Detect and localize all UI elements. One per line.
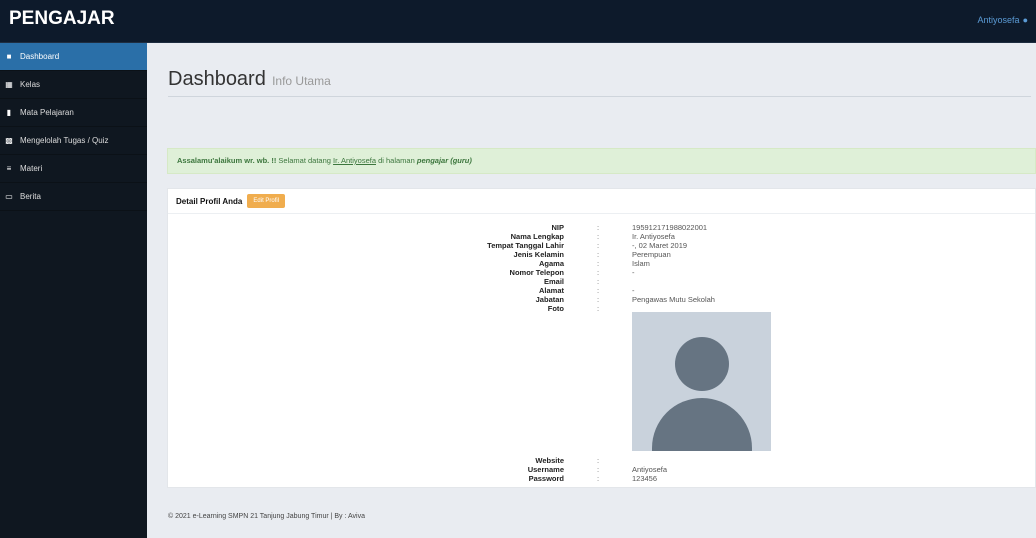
top-navbar: PENGAJAR Antiyosefa ● — [0, 0, 1036, 43]
welcome-alert: Assalamu'alaikum wr. wb. !! Selamat data… — [167, 148, 1036, 174]
profile-row-foto: Foto : — [168, 304, 1035, 313]
profile-photo-placeholder — [632, 312, 771, 451]
profile-label: Tempat Tanggal Lahir — [487, 241, 564, 250]
profile-separator: : — [597, 277, 600, 286]
profile-value: - — [632, 268, 635, 277]
brand-title[interactable]: PENGAJAR — [9, 8, 115, 30]
profile-separator: : — [597, 259, 600, 268]
profile-row-telepon: Nomor Telepon : - — [168, 268, 1035, 277]
sidebar-item-label: Dashboard — [20, 52, 60, 61]
profile-separator: : — [597, 474, 600, 483]
panel-heading: Detail Profil Anda Edit Profil — [168, 189, 1035, 214]
sidebar-item-berita[interactable]: ▭ Berita — [0, 183, 147, 211]
sidebar-item-dashboard[interactable]: ■ Dashboard — [0, 43, 147, 71]
profile-value: Perempuan — [632, 250, 671, 259]
profile-row-jabatan: Jabatan : Pengawas Mutu Sekolah — [168, 295, 1035, 304]
profile-label: Nomor Telepon — [509, 268, 564, 277]
profile-separator: : — [597, 241, 600, 250]
page-header: Dashboard Info Utama — [168, 68, 1031, 97]
profile-row-alamat: Alamat : - — [168, 286, 1035, 295]
user-name[interactable]: Antiyosefa — [978, 15, 1020, 25]
profile-row-username: Username : Antiyosefa — [168, 465, 1035, 474]
sidebar-item-materi[interactable]: ≡ Materi — [0, 155, 147, 183]
profile-value: -, 02 Maret 2019 — [632, 241, 688, 250]
profile-separator: : — [597, 295, 600, 304]
edit-profile-button[interactable]: Edit Profil — [247, 194, 286, 208]
profile-label: Email — [543, 277, 564, 286]
avatar-body-shape — [652, 398, 752, 451]
file-icon: ▮ — [6, 108, 12, 117]
profile-value: Ir. Antiyosefa — [632, 232, 675, 241]
profile-row-website: Website : — [168, 456, 1035, 465]
profile-label: Username — [527, 465, 564, 474]
user-icon: ● — [1022, 15, 1028, 25]
profile-value: 195912171988022001 — [632, 223, 708, 232]
dashboard-icon: ■ — [6, 52, 12, 61]
profile-value: Islam — [632, 259, 650, 268]
profile-row-ttl: Tempat Tanggal Lahir : -, 02 Maret 2019 — [168, 241, 1035, 250]
profile-row-gender: Jenis Kelamin : Perempuan — [168, 250, 1035, 259]
page-title: Dashboard — [168, 68, 266, 90]
profile-panel: Detail Profil Anda Edit Profil NIP : 195… — [167, 188, 1036, 488]
profile-separator: : — [597, 456, 600, 465]
sidebar-item-tugas-quiz[interactable]: ▩ Mengelolah Tugas / Quiz — [0, 127, 147, 155]
profile-label: Nama Lengkap — [510, 232, 564, 241]
sidebar-item-label: Kelas — [20, 80, 41, 89]
profile-label: Website — [535, 456, 564, 465]
profile-row-agama: Agama : Islam — [168, 259, 1035, 268]
profile-row-email: Email : — [168, 277, 1035, 286]
profile-row-nip: NIP : 195912171988022001 — [168, 223, 1035, 232]
profile-value: 123456 — [632, 474, 658, 483]
profile-row-password: Password : 123456 — [168, 474, 1035, 483]
profile-value: Antiyosefa — [632, 465, 668, 474]
avatar-head-shape — [675, 337, 729, 391]
panel-title: Detail Profil Anda — [176, 196, 243, 206]
profile-label: Alamat — [538, 286, 564, 295]
profile-label: Jenis Kelamin — [513, 250, 564, 259]
profile-separator: : — [597, 250, 600, 259]
profile-label: Foto — [547, 304, 564, 313]
sidebar-item-mata-pelajaran[interactable]: ▮ Mata Pelajaran — [0, 99, 147, 127]
profile-separator: : — [597, 268, 600, 277]
profile-separator: : — [597, 286, 600, 295]
sidebar-item-label: Mengelolah Tugas / Quiz — [20, 136, 109, 145]
monitor-icon: ▭ — [5, 192, 13, 201]
profile-separator: : — [597, 465, 600, 474]
alert-text-2: di halaman — [376, 156, 417, 165]
alert-text: Selamat datang — [276, 156, 334, 165]
table-icon: ▦ — [5, 80, 13, 89]
alert-user-name: Ir. Antiyosefa — [333, 156, 376, 165]
sidebar-item-label: Materi — [20, 164, 43, 173]
sidebar-item-kelas[interactable]: ▦ Kelas — [0, 71, 147, 99]
profile-label: NIP — [551, 223, 564, 232]
profile-label: Agama — [538, 259, 564, 268]
alert-greeting: Assalamu'alaikum wr. wb. !! — [177, 156, 277, 165]
sidebar-item-label: Mata Pelajaran — [20, 108, 74, 117]
footer-copyright: © 2021 e-Learning SMPN 21 Tanjung Jabung… — [168, 513, 365, 520]
sidebar-item-label: Berita — [20, 192, 41, 201]
alert-role: pengajar (guru) — [416, 156, 472, 165]
profile-separator: : — [597, 304, 600, 313]
profile-separator: : — [597, 223, 600, 232]
main-content: Dashboard Info Utama Assalamu'alaikum wr… — [147, 43, 1036, 538]
profile-label: Jabatan — [535, 295, 564, 304]
sidebar: ■ Dashboard ▦ Kelas ▮ Mata Pelajaran ▩ M… — [0, 43, 147, 538]
profile-value: - — [632, 286, 635, 295]
profile-separator: : — [597, 232, 600, 241]
profile-label: Password — [528, 474, 564, 483]
profile-row-nama: Nama Lengkap : Ir. Antiyosefa — [168, 232, 1035, 241]
list-icon: ≡ — [6, 164, 12, 173]
user-menu[interactable]: Antiyosefa ● — [978, 15, 1028, 25]
bar-chart-icon: ▩ — [5, 136, 13, 145]
profile-value: Pengawas Mutu Sekolah — [632, 295, 715, 304]
page-subtitle: Info Utama — [272, 74, 331, 88]
